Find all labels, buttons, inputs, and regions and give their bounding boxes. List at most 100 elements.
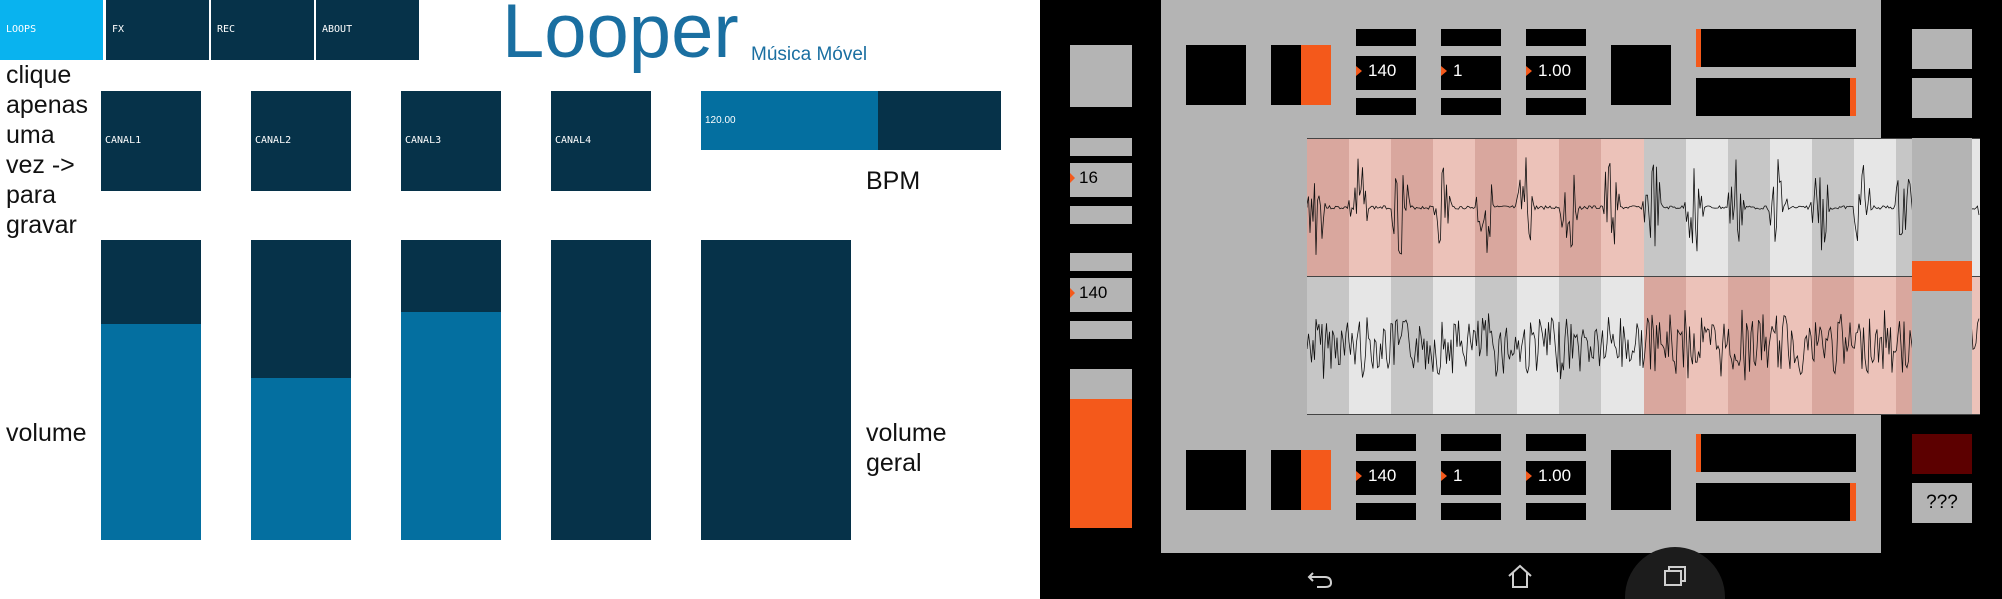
deck-top-rate-value: 1.00 <box>1538 61 1572 80</box>
deck-bottom-beats-field[interactable]: 1 <box>1441 461 1501 495</box>
deck-bottom-level-bar-b-fill <box>1849 483 1856 521</box>
mixer-app: 16 140 140 1 1.00 140 1 1.00 ??? <box>1040 0 2002 599</box>
deck-top-level-bar-a-fill <box>1696 29 1701 67</box>
app-subtitle: Música Móvel <box>751 44 868 65</box>
deck-bottom-rate-up-button[interactable] <box>1526 434 1586 451</box>
deck-top-beats-down-button[interactable] <box>1441 98 1501 115</box>
deck-bottom-waveform[interactable] <box>1307 276 1980 415</box>
deck-top-bpm-down-button[interactable] <box>1356 98 1416 115</box>
value-marker-icon <box>1441 471 1447 481</box>
deck-top-bpm-up-button[interactable] <box>1356 29 1416 46</box>
left-increment-button[interactable] <box>1070 206 1132 224</box>
left-level-slider[interactable] <box>1070 369 1132 528</box>
deck-bottom-level-bar-a-fill <box>1696 434 1701 472</box>
deck-bottom-level-bar-a[interactable] <box>1696 434 1856 472</box>
master-volume-label-line: geral <box>866 449 922 477</box>
left-top-button[interactable] <box>1070 45 1132 107</box>
deck-top-beats-value: 1 <box>1453 61 1463 80</box>
deck-top-bpm-field[interactable]: 140 <box>1356 56 1416 90</box>
value-marker-icon <box>1526 66 1532 76</box>
tab-about[interactable]: ABOUT <box>316 0 419 60</box>
bpm-slider[interactable]: 120.00 <box>701 91 1001 150</box>
deck-top-bpm-value: 140 <box>1368 61 1397 80</box>
back-icon[interactable] <box>1305 561 1335 591</box>
deck-bottom-bpm-up-button[interactable] <box>1356 434 1416 451</box>
deck-top-cue-button[interactable] <box>1271 45 1331 105</box>
channel-3-volume-fill <box>401 312 501 540</box>
channel-2-volume-slider[interactable] <box>251 240 351 540</box>
deck-bottom-play-button[interactable] <box>1186 450 1246 510</box>
deck-bottom-beats-up-button[interactable] <box>1441 434 1501 451</box>
deck-bottom-bpm-down-button[interactable] <box>1356 503 1416 520</box>
deck-top-rate-down-button[interactable] <box>1526 98 1586 115</box>
deck-top-beats-up-button[interactable] <box>1441 29 1501 46</box>
right-top-button-b[interactable] <box>1912 78 1972 118</box>
record-button[interactable] <box>1912 434 1972 474</box>
value-marker-icon <box>1356 471 1362 481</box>
value-marker-icon <box>1356 66 1362 76</box>
instruction-text: clique apenas uma vez -> para gravar <box>6 60 88 240</box>
tab-fx[interactable]: FX <box>106 0 209 60</box>
channel-2-button[interactable]: CANAL2 <box>251 91 351 191</box>
channel-3-volume-slider[interactable] <box>401 240 501 540</box>
instruction-line: uma <box>6 121 55 149</box>
instruction-line: apenas <box>6 91 89 119</box>
deck-top-level-bar-a[interactable] <box>1696 29 1856 67</box>
instruction-line: para <box>6 181 57 209</box>
value-marker-icon <box>1526 471 1532 481</box>
center-panel: 140 1 1.00 140 1 1.00 <box>1161 0 1980 553</box>
deck-bottom-rate-field[interactable]: 1.00 <box>1526 461 1586 495</box>
bpm-value: 120.00 <box>705 115 736 126</box>
deck-top-beats-field[interactable]: 1 <box>1441 56 1501 90</box>
master-volume-label: volume geral <box>866 418 947 478</box>
master-volume-label-line: volume <box>866 419 947 447</box>
left-decrement-button[interactable] <box>1070 138 1132 156</box>
left-steps-value: 16 <box>1079 168 1098 187</box>
deck-bottom-rate-value: 1.00 <box>1538 466 1572 485</box>
left-bpm-field[interactable]: 140 <box>1070 278 1132 312</box>
deck-bottom-bpm-field[interactable]: 140 <box>1356 461 1416 495</box>
left-bpm-value: 140 <box>1079 283 1108 302</box>
deck-bottom-sync-button[interactable] <box>1611 450 1671 510</box>
left-steps-field[interactable]: 16 <box>1070 163 1132 197</box>
crossfader-knob[interactable] <box>1912 261 1972 291</box>
left-bpm-decrement-button[interactable] <box>1070 253 1132 271</box>
looper-app: LOOPS FX REC ABOUT Looper Música Móvel c… <box>0 0 1040 599</box>
deck-top-cue-indicator <box>1301 45 1331 105</box>
deck-top-sync-button[interactable] <box>1611 45 1671 105</box>
help-button[interactable]: ??? <box>1912 483 1972 523</box>
value-marker-icon <box>1441 66 1447 76</box>
deck-top-level-bar-b[interactable] <box>1696 78 1856 116</box>
right-top-button-a[interactable] <box>1912 29 1972 69</box>
navigation-bar <box>1040 547 2002 599</box>
instruction-line: gravar <box>6 211 77 239</box>
left-level-fill <box>1070 399 1132 528</box>
volume-label: volume <box>6 419 87 447</box>
home-icon[interactable] <box>1505 561 1535 591</box>
channel-1-button[interactable]: CANAL1 <box>101 91 201 191</box>
recent-apps-icon[interactable] <box>1660 561 1690 591</box>
crossfader-slider[interactable] <box>1912 138 1972 414</box>
instruction-line: clique <box>6 61 72 89</box>
channel-4-volume-slider[interactable] <box>551 240 651 540</box>
deck-bottom-cue-indicator <box>1301 450 1331 510</box>
channel-4-button[interactable]: CANAL4 <box>551 91 651 191</box>
deck-top-level-bar-b-fill <box>1849 78 1856 116</box>
left-bpm-increment-button[interactable] <box>1070 321 1132 339</box>
deck-top-waveform[interactable] <box>1307 138 1980 276</box>
master-volume-slider[interactable] <box>701 240 851 540</box>
deck-bottom-cue-button[interactable] <box>1271 450 1331 510</box>
deck-bottom-rate-down-button[interactable] <box>1526 503 1586 520</box>
channel-1-volume-fill <box>101 324 201 540</box>
deck-top-rate-up-button[interactable] <box>1526 29 1586 46</box>
waveform-signal <box>1307 309 1980 381</box>
deck-top-rate-field[interactable]: 1.00 <box>1526 56 1586 90</box>
channel-1-volume-slider[interactable] <box>101 240 201 540</box>
deck-bottom-level-bar-b[interactable] <box>1696 483 1856 521</box>
tab-rec[interactable]: REC <box>211 0 314 60</box>
deck-top-play-button[interactable] <box>1186 45 1246 105</box>
deck-bottom-beats-down-button[interactable] <box>1441 503 1501 520</box>
deck-bottom-beats-value: 1 <box>1453 466 1463 485</box>
channel-3-button[interactable]: CANAL3 <box>401 91 501 191</box>
tab-loops[interactable]: LOOPS <box>0 0 103 60</box>
